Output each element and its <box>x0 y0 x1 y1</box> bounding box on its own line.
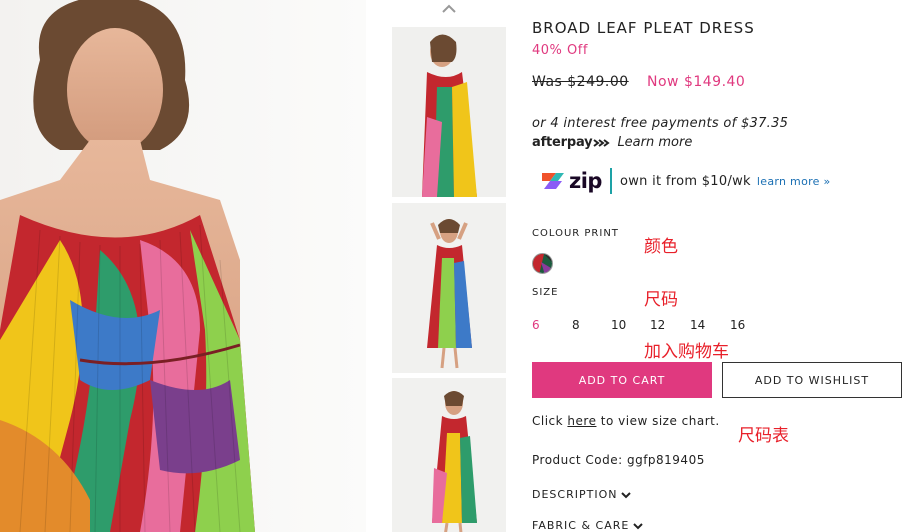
add-to-cart-button[interactable]: ADD TO CART <box>532 362 712 398</box>
was-price: Was $249.00 <box>532 74 629 90</box>
afterpay-logo-pay: pay <box>566 135 593 150</box>
description-label: DESCRIPTION <box>532 488 618 501</box>
afterpay-installments-text: or 4 interest free payments of $37.35 <box>532 116 789 131</box>
afterpay-logo: afterpay <box>532 135 593 150</box>
size-annotation: 尺码 <box>644 290 678 310</box>
size-chart-link[interactable]: here <box>567 414 596 428</box>
size-options: 6 8 10 12 14 16 <box>532 318 762 334</box>
zip-row: zip own it from $10/wk learn more » <box>540 168 831 194</box>
size-option-6[interactable]: 6 <box>532 318 540 332</box>
product-details: BROAD LEAF PLEAT DRESS 40% Off Was $249.… <box>532 0 906 532</box>
model-photo <box>0 0 366 532</box>
zip-learn-more-link[interactable]: learn more » <box>757 175 831 188</box>
size-option-12[interactable]: 12 <box>650 318 665 332</box>
add-to-wishlist-button[interactable]: ADD TO WISHLIST <box>722 362 902 398</box>
chevron-up-icon[interactable] <box>440 2 458 16</box>
colour-swatch[interactable] <box>532 253 553 274</box>
product-code: Product Code: ggfp819405 <box>532 453 705 467</box>
thumbnail-1[interactable] <box>392 27 506 197</box>
fabric-care-accordion[interactable]: FABRIC & CARE <box>532 519 644 532</box>
fabric-care-label: FABRIC & CARE <box>532 519 630 532</box>
size-chart-line: Click here to view size chart. <box>532 414 720 428</box>
thumbnail-3[interactable] <box>392 378 506 532</box>
afterpay-learn-more-link[interactable]: Learn more <box>617 135 692 150</box>
chevron-down-icon <box>633 522 644 529</box>
thumbnail-column <box>392 0 506 532</box>
product-title: BROAD LEAF PLEAT DRESS <box>532 19 755 37</box>
discount-label: 40% Off <box>532 43 588 58</box>
now-price: Now $149.40 <box>647 74 746 90</box>
colour-annotation: 颜色 <box>644 237 678 257</box>
chevron-down-icon <box>621 491 632 498</box>
afterpay-row: afterpay Learn more <box>532 135 692 150</box>
zip-own-text: own it from $10/wk <box>619 173 751 189</box>
colour-label: COLOUR PRINT <box>532 228 619 239</box>
size-option-10[interactable]: 10 <box>611 318 626 332</box>
zip-logo: zip <box>540 169 602 193</box>
size-chart-prefix: Click <box>532 414 568 428</box>
size-chart-annotation: 尺码表 <box>738 426 789 446</box>
size-option-16[interactable]: 16 <box>730 318 745 332</box>
description-accordion[interactable]: DESCRIPTION <box>532 488 632 501</box>
size-chart-suffix: to view size chart. <box>596 414 720 428</box>
size-label: SIZE <box>532 287 559 298</box>
thumbnail-2[interactable] <box>392 203 506 373</box>
main-product-image[interactable] <box>0 0 366 532</box>
cart-annotation: 加入购物车 <box>644 342 729 362</box>
zip-logo-text: zip <box>569 169 602 193</box>
afterpay-arrows-icon <box>593 138 611 147</box>
zip-divider <box>609 168 612 194</box>
size-option-8[interactable]: 8 <box>572 318 580 332</box>
zip-logo-icon <box>542 173 564 189</box>
afterpay-logo-after: after <box>532 135 567 150</box>
size-option-14[interactable]: 14 <box>690 318 705 332</box>
